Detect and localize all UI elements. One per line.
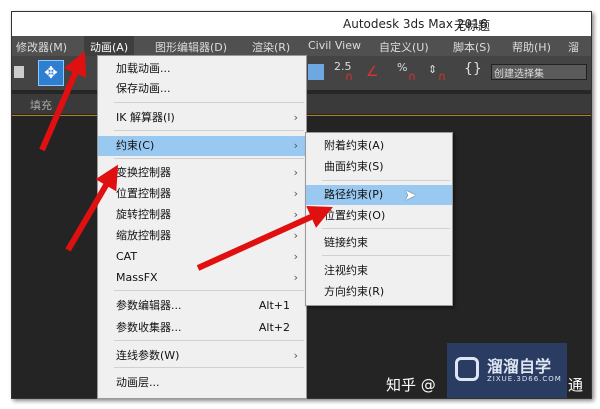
arrow-to-constraints xyxy=(65,164,119,252)
mouse-cursor-icon: ➤ xyxy=(404,186,417,204)
arrow-to-path-constraint xyxy=(196,206,333,271)
arrow-to-animation-menu xyxy=(39,50,87,152)
annotation-arrows xyxy=(39,50,333,271)
